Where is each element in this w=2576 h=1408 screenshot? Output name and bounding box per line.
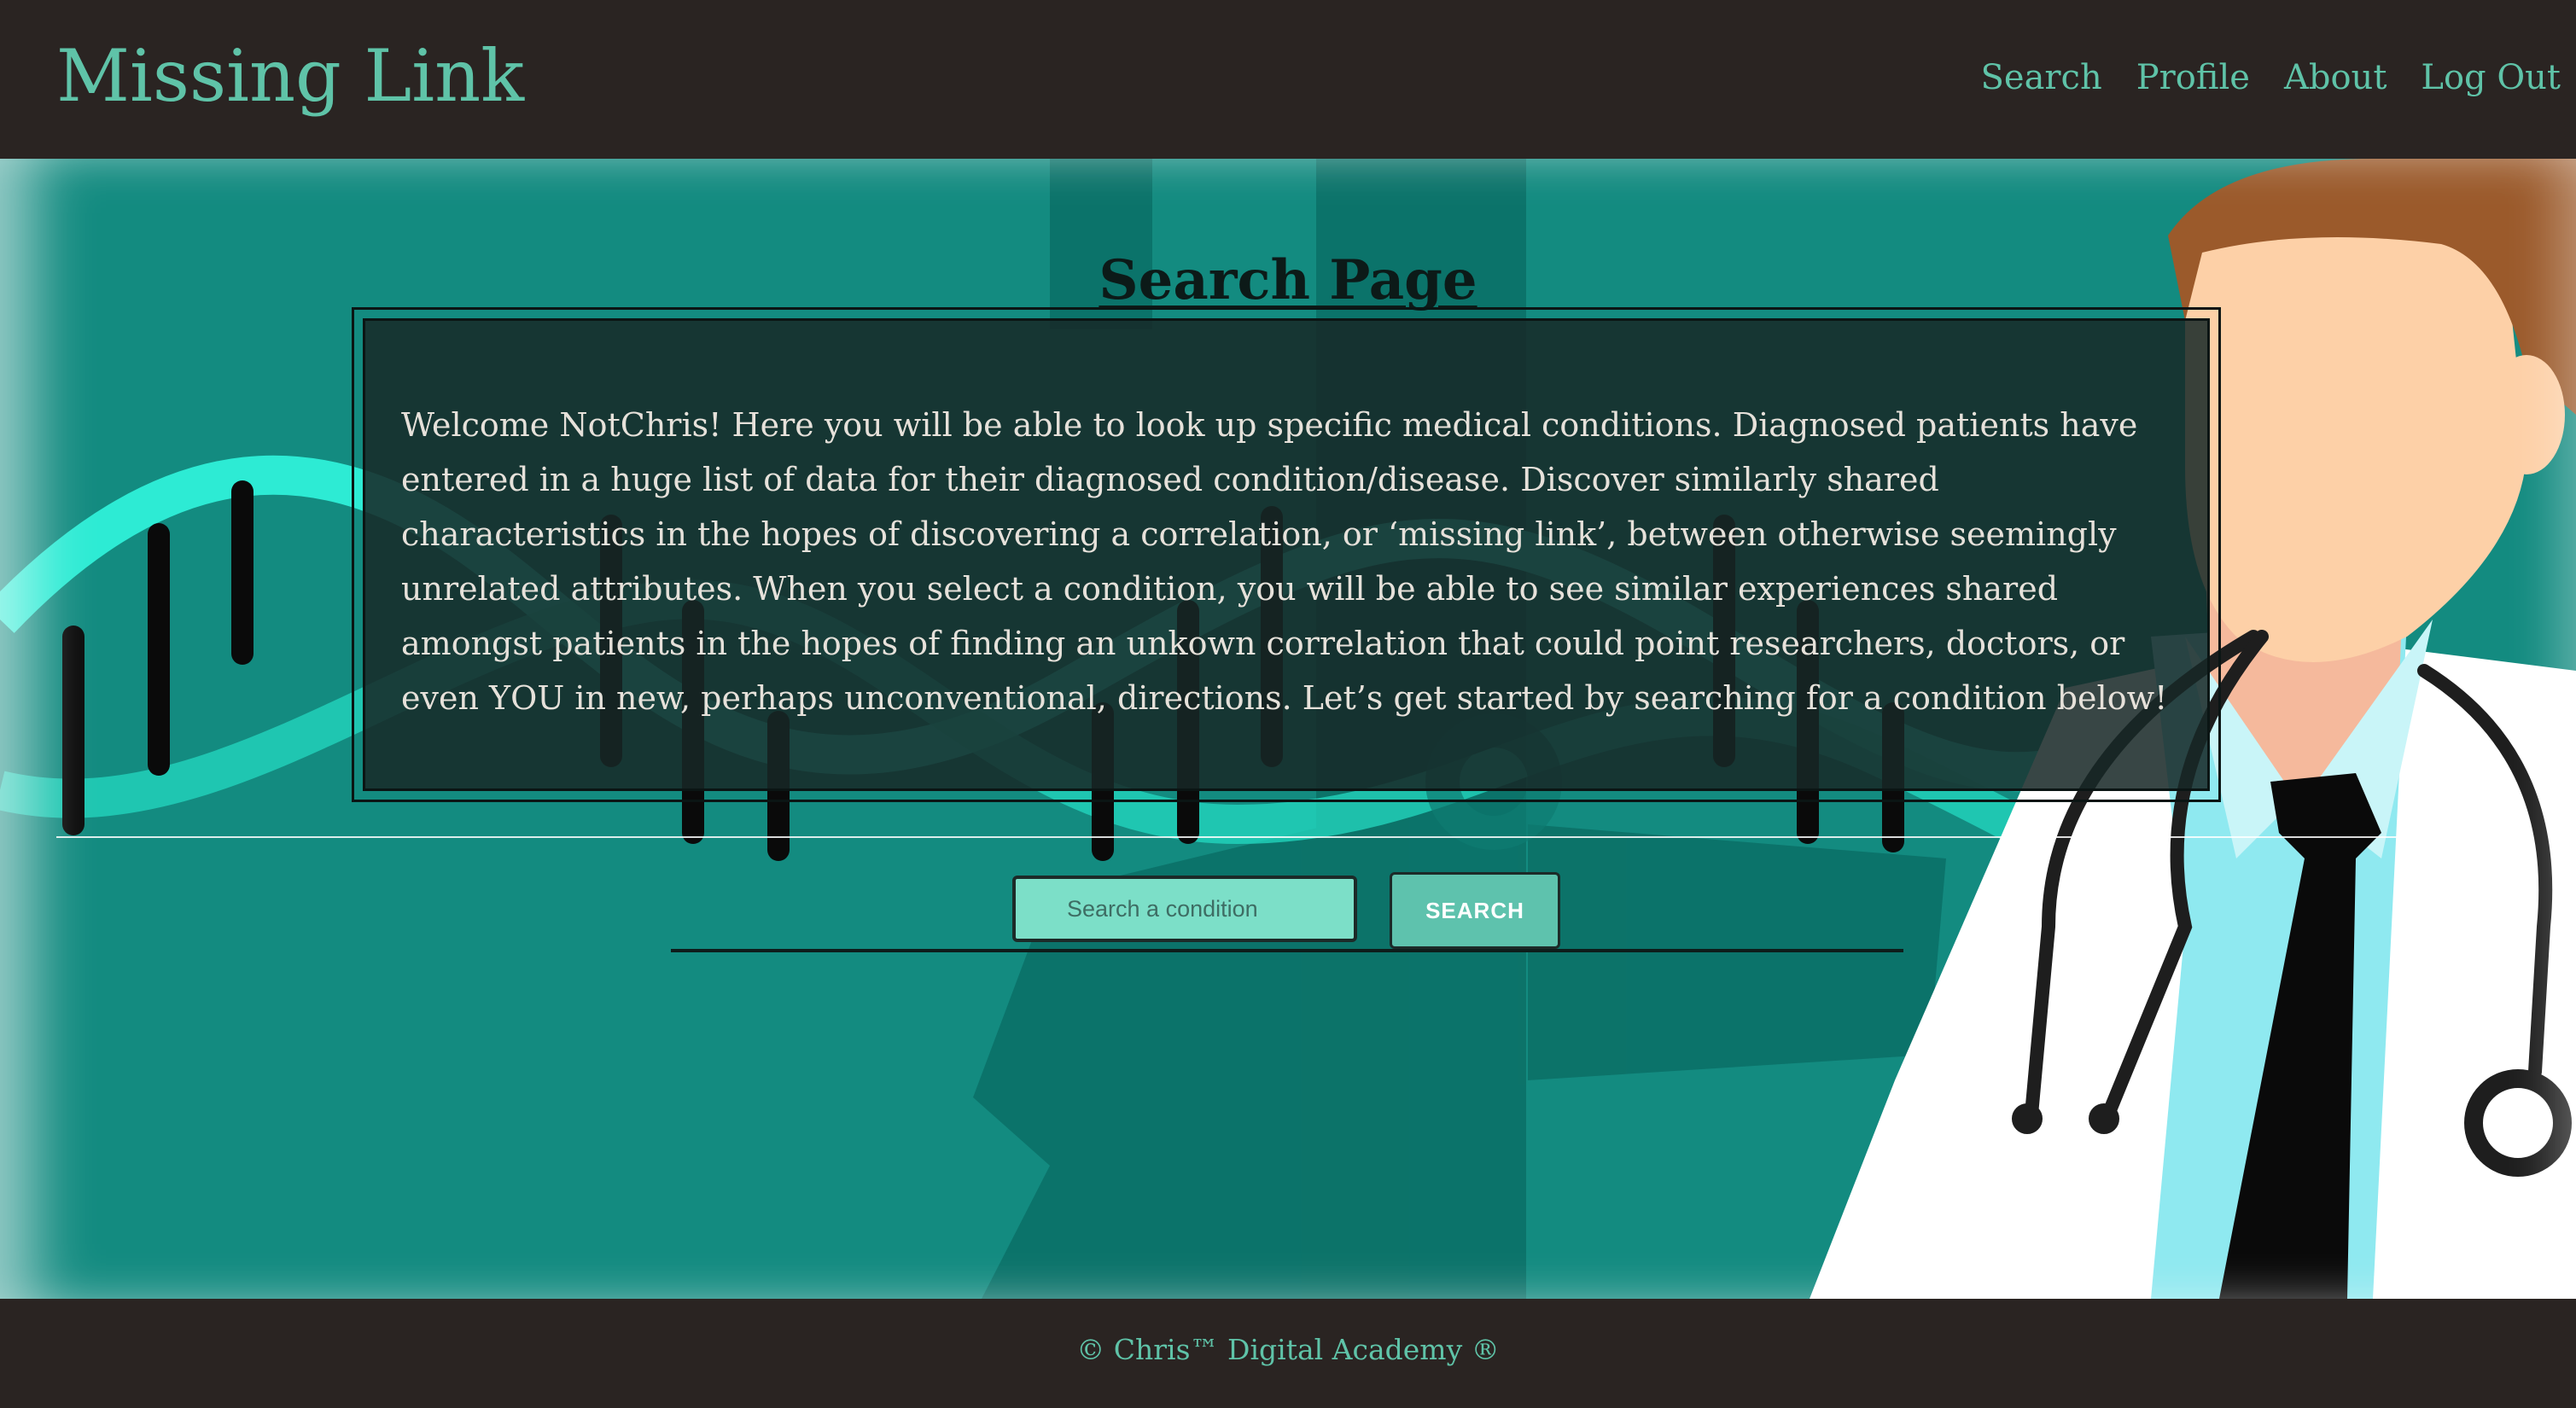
footer: © Chris™ Digital Academy ® xyxy=(0,1299,2576,1408)
nav-link-profile[interactable]: Profile xyxy=(2136,58,2250,97)
intro-panel: Welcome NotChris! Here you will be able … xyxy=(352,307,2221,802)
search-form: SEARCH xyxy=(671,872,1903,952)
intro-text: Welcome NotChris! Here you will be able … xyxy=(401,406,2168,717)
intro-panel-inner: Welcome NotChris! Here you will be able … xyxy=(363,318,2210,791)
nav-link-search[interactable]: Search xyxy=(1981,58,2102,97)
main-nav: Search Profile About Log Out xyxy=(1981,58,2561,97)
search-input[interactable] xyxy=(1012,876,1357,942)
nav-link-about[interactable]: About xyxy=(2284,58,2387,97)
top-navbar: Missing Link Search Profile About Log Ou… xyxy=(0,0,2576,159)
search-form-underline xyxy=(671,949,1903,952)
footer-copyright: © Chris™ Digital Academy ® xyxy=(1076,1333,1500,1366)
page-title: Search Page xyxy=(1099,247,1477,312)
nav-link-log-out[interactable]: Log Out xyxy=(2421,58,2561,97)
section-divider xyxy=(56,836,2438,838)
hero-section: Search Page Welcome NotChris! Here you w… xyxy=(0,159,2576,1299)
search-button[interactable]: SEARCH xyxy=(1390,872,1560,949)
page: Missing Link Search Profile About Log Ou… xyxy=(0,0,2576,1408)
brand-logo[interactable]: Missing Link xyxy=(56,34,524,118)
